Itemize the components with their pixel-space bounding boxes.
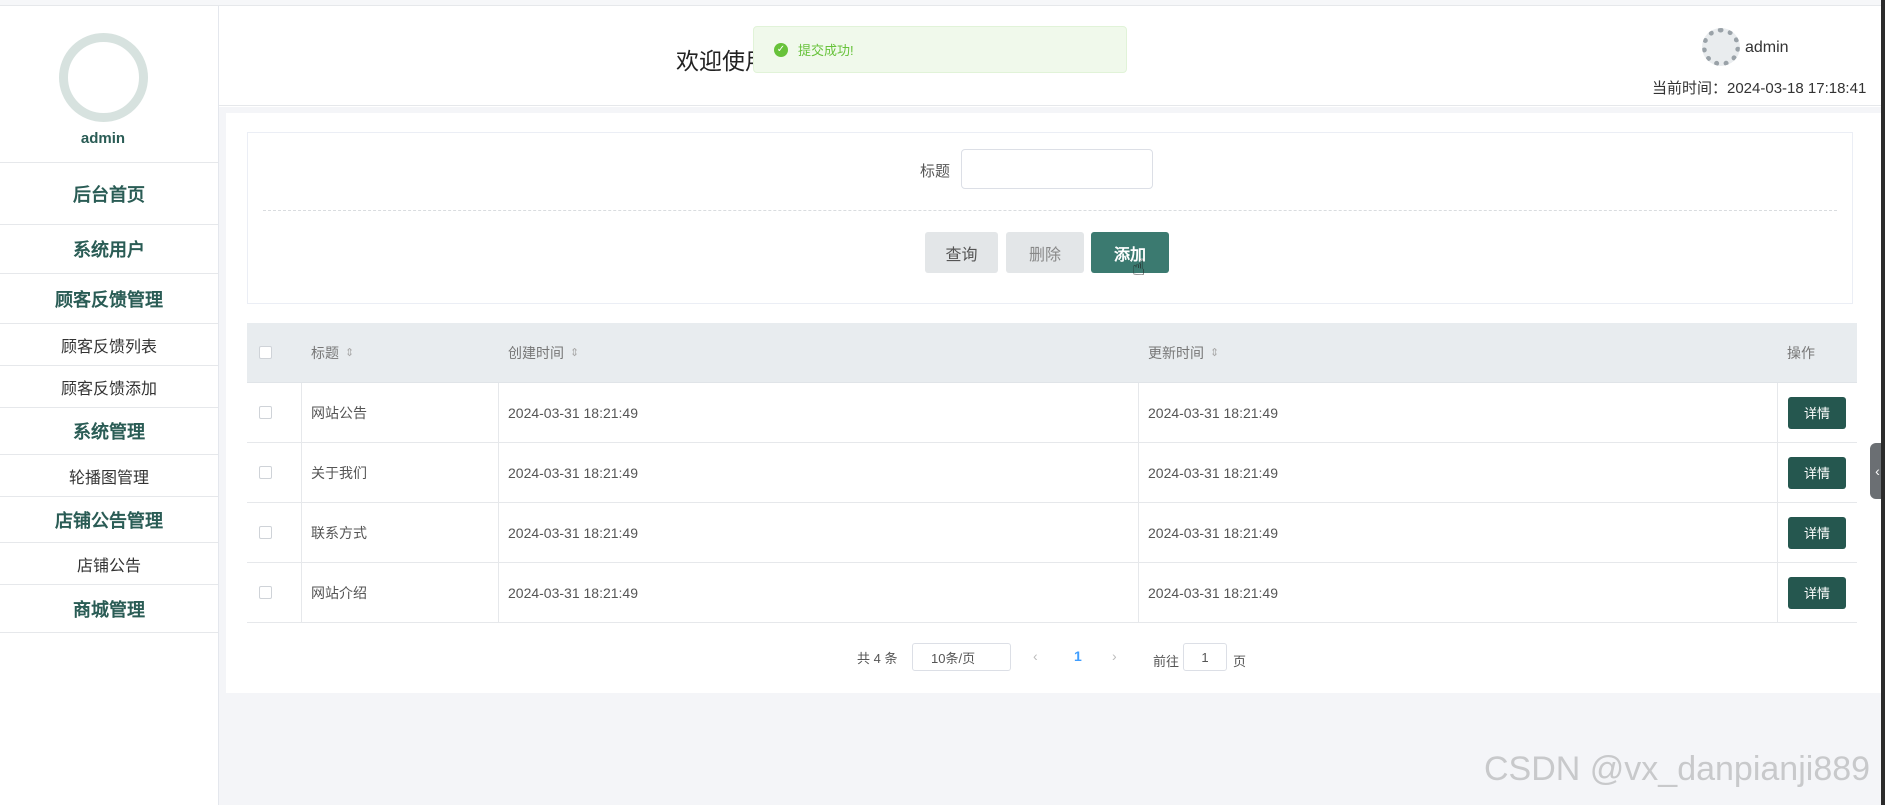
hand-cursor-icon: ☝ [1132, 255, 1146, 280]
sidebar-item[interactable]: 商城管理 [0, 585, 218, 633]
cell-created: 2024-03-31 18:21:49 [508, 524, 638, 541]
sidebar-item[interactable]: 后台首页 [0, 163, 218, 225]
row-actions: 详情 [1788, 383, 1846, 442]
cell-updated: 2024-03-31 18:21:49 [1148, 524, 1278, 541]
row-checkbox[interactable] [259, 383, 272, 442]
sidebar-item[interactable]: 顾客反馈管理 [0, 274, 218, 324]
row-actions: 详情 [1788, 443, 1846, 502]
detail-button[interactable]: 详情 [1788, 516, 1846, 549]
cell-created: 2024-03-31 18:21:49 [508, 584, 638, 601]
row-actions: 详情 [1788, 563, 1846, 622]
header-user-name[interactable]: admin [1745, 39, 1789, 57]
header-avatar[interactable] [1702, 28, 1740, 66]
detail-button[interactable]: 详情 [1788, 396, 1846, 429]
detail-button[interactable]: 详情 [1788, 456, 1846, 489]
table-row: 联系方式 2024-03-31 18:21:49 2024-03-31 18:21:… [247, 503, 1857, 563]
table-row: 网站介绍 2024-03-31 18:21:49 2024-03-31 18:21:… [247, 563, 1857, 623]
divider [263, 210, 1837, 211]
row-actions: 详情 [1788, 503, 1846, 562]
check-circle-icon: ✓ [774, 42, 788, 57]
pagination-total: 共 4 条 [857, 650, 898, 666]
sidebar: admin 后台首页 系统用户 顾客反馈管理 顾客反馈列表 顾客反馈添加 系统管理 轮播图管… [0, 6, 219, 805]
detail-button[interactable]: 详情 [1788, 576, 1846, 609]
column-header-title[interactable]: 标题 ⇕ [311, 323, 354, 382]
current-time: 当前时间：2024-03-18 17:18:41 [1652, 80, 1867, 97]
sidebar-profile: admin [0, 6, 218, 163]
sidebar-item[interactable]: 顾客反馈添加 [0, 366, 218, 408]
window-edge [1881, 0, 1885, 805]
goto-label: 前往 [1153, 654, 1180, 669]
sidebar-item[interactable]: 顾客反馈列表 [0, 324, 218, 366]
sort-icon[interactable]: ⇕ [345, 346, 354, 359]
cell-updated: 2024-03-31 18:21:49 [1148, 584, 1278, 601]
goto-page-input[interactable] [1183, 643, 1227, 671]
sidebar-menu: 后台首页 系统用户 顾客反馈管理 顾客反馈列表 顾客反馈添加 系统管理 轮播图管理 店铺公告管… [0, 163, 218, 633]
watermark: CSDN @vx_danpianji889 [1484, 750, 1871, 788]
cell-created: 2024-03-31 18:21:49 [508, 404, 638, 421]
page-size-select[interactable]: 10条/页 [912, 643, 1011, 671]
row-checkbox[interactable] [259, 503, 272, 562]
toast-message: 提交成功! [798, 43, 854, 58]
next-page-icon[interactable]: › [1112, 648, 1117, 664]
title-label: 标题 [920, 163, 951, 180]
page-number-current[interactable]: 1 [1074, 648, 1082, 664]
sidebar-item[interactable]: 店铺公告管理 [0, 497, 218, 543]
success-toast: ✓ 提交成功! [753, 26, 1127, 73]
page-suffix: 页 [1233, 654, 1247, 669]
column-header-actions: 操作 [1787, 344, 1815, 361]
select-all-checkbox[interactable] [259, 323, 272, 382]
row-checkbox[interactable] [259, 443, 272, 502]
sidebar-item[interactable]: 轮播图管理 [0, 455, 218, 497]
header: 欢迎使用 ✓ 提交成功! admin 当前时间：2024-03-18 17:18… [219, 6, 1885, 106]
sort-icon[interactable]: ⇕ [570, 346, 579, 359]
cell-title: 关于我们 [311, 464, 367, 481]
add-button[interactable]: 添加 [1091, 232, 1169, 273]
sort-icon[interactable]: ⇕ [1210, 346, 1219, 359]
sidebar-item[interactable]: 系统管理 [0, 408, 218, 455]
cell-created: 2024-03-31 18:21:49 [508, 464, 638, 481]
sidebar-item[interactable]: 系统用户 [0, 225, 218, 274]
prev-page-icon[interactable]: ‹ [1033, 648, 1038, 664]
cell-updated: 2024-03-31 18:21:49 [1148, 464, 1278, 481]
column-header-updated[interactable]: 更新时间 ⇕ [1148, 323, 1219, 382]
avatar [59, 33, 148, 122]
table-row: 网站公告 2024-03-31 18:21:49 2024-03-31 18:21:… [247, 383, 1857, 443]
table-header: 标题 ⇕ 创建时间 ⇕ 更新时间 ⇕ 操作 [247, 323, 1857, 383]
delete-button[interactable]: 删除 [1006, 232, 1084, 273]
title-input[interactable] [961, 149, 1153, 189]
row-checkbox[interactable] [259, 563, 272, 622]
cell-title: 网站介绍 [311, 584, 367, 601]
column-header-created[interactable]: 创建时间 ⇕ [508, 323, 579, 382]
sidebar-user-name: admin [80, 130, 126, 147]
cell-title: 网站公告 [311, 404, 367, 421]
cell-title: 联系方式 [311, 524, 367, 541]
sidebar-item[interactable]: 店铺公告 [0, 543, 218, 585]
cell-updated: 2024-03-31 18:21:49 [1148, 404, 1278, 421]
query-button[interactable]: 查询 [925, 232, 998, 273]
table-row: 关于我们 2024-03-31 18:21:49 2024-03-31 18:21:… [247, 443, 1857, 503]
